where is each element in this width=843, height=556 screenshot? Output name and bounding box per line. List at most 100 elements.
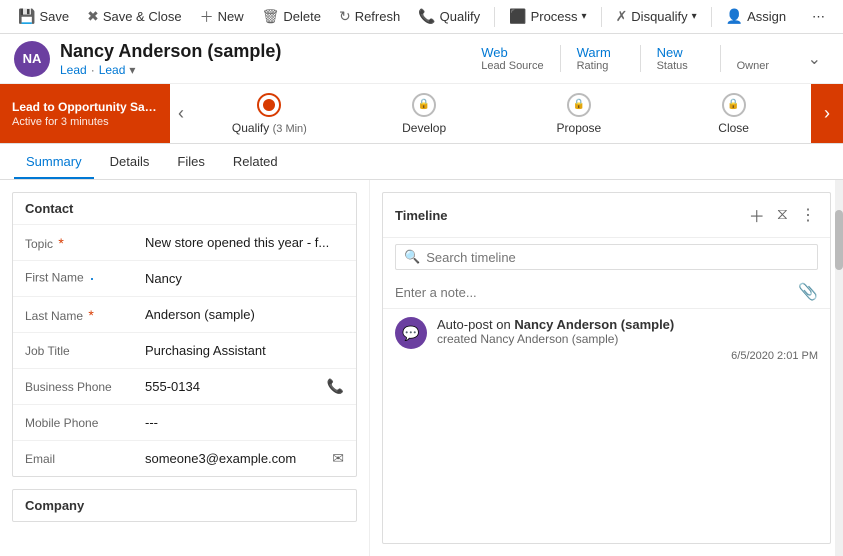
process-button[interactable]: ⬛ Process ▾ [501,4,594,29]
field-businessphone-value[interactable]: 555-0134 [145,379,321,394]
field-mobilephone-label: Mobile Phone [25,416,145,430]
timeline-add-button[interactable]: ＋ [747,201,767,229]
field-topic-label: Topic * [25,235,145,251]
meta-owner-value[interactable] [737,45,741,60]
save-close-icon: ✖ [87,8,99,25]
field-jobtitle-value[interactable]: Purchasing Assistant [145,343,344,358]
field-lastname-label: Last Name * [25,307,145,323]
tab-summary[interactable]: Summary [14,146,94,179]
meta-lead-source-value[interactable]: Web [481,45,508,60]
refresh-button[interactable]: ↻ Refresh [331,4,408,29]
stage-close[interactable]: 🔒 Close [656,93,811,135]
record-subtitle: Lead · Lead ▾ [60,63,281,77]
attach-icon[interactable]: 📎 [798,282,818,302]
qualify-button[interactable]: 📞 Qualify [410,4,488,29]
disqualify-dropdown-icon: ▾ [692,11,697,22]
disqualify-button[interactable]: ✗ Disqualify ▾ [608,4,705,29]
field-topic: Topic * New store opened this year - f..… [13,224,356,260]
meta-lead-source: Web Lead Source [465,45,559,72]
email-icon[interactable]: ✉ [332,450,344,467]
scrollbar-track[interactable] [835,180,843,556]
stage-propose[interactable]: 🔒 Propose [502,93,657,135]
meta-status-value[interactable]: New [657,45,683,60]
delete-label: Delete [283,9,321,24]
field-mobilephone: Mobile Phone --- [13,404,356,440]
save-close-label: Save & Close [103,9,182,24]
field-lastname-value[interactable]: Anderson (sample) [145,307,344,322]
assign-label: Assign [747,9,786,24]
tab-bar: Summary Details Files Related [0,144,843,180]
avatar: NA [14,41,50,77]
tab-files[interactable]: Files [165,146,216,179]
stage-develop-circle: 🔒 [412,93,436,117]
assign-button[interactable]: 👤 Assign [718,4,794,29]
new-button[interactable]: ＋ New [192,3,252,31]
entry-avatar: 💬 [395,317,427,349]
stage-develop[interactable]: 🔒 Develop [347,93,502,135]
meta-status-label: Status [657,60,688,72]
stage-qualify-circle [257,93,281,117]
disqualify-icon: ✗ [616,8,628,25]
field-email-label: Email [25,452,145,466]
save-button[interactable]: 💾 Save [10,4,77,29]
timeline-search-input[interactable] [426,250,809,265]
save-close-button[interactable]: ✖ Save & Close [79,4,190,29]
timeline-search-container: 🔍 [395,244,818,270]
note-input-row: 📎 [383,276,830,309]
stage-close-label: Close [718,121,749,135]
contact-section-header: Contact [13,193,356,224]
qualify-label: Qualify [440,9,480,24]
toolbar: 💾 Save ✖ Save & Close ＋ New 🗑 Delete ↻ R… [0,0,843,34]
meta-rating: Warm Rating [560,45,640,72]
entry-date: 6/5/2020 2:01 PM [437,350,818,362]
scrollbar-thumb[interactable] [835,210,843,270]
field-mobilephone-value[interactable]: --- [145,415,344,430]
meta-owner: Owner [720,45,800,72]
stage-promo-banner[interactable]: Lead to Opportunity Sale... Active for 3… [0,84,170,143]
contact-section: Contact Topic * New store opened this ye… [12,192,357,477]
field-lastname: Last Name * Anderson (sample) [13,296,356,332]
timeline-entries: 💬 Auto-post on Nancy Anderson (sample) c… [383,309,830,543]
phone-icon[interactable]: 📞 [327,378,344,395]
refresh-label: Refresh [355,9,401,24]
entry-title: Auto-post on Nancy Anderson (sample) [437,317,818,332]
promo-title: Lead to Opportunity Sale... [12,100,158,114]
record-header: NA Nancy Anderson (sample) Lead · Lead ▾… [0,34,843,84]
meta-rating-value[interactable]: Warm [577,45,611,60]
tab-details[interactable]: Details [98,146,162,179]
subtype-link[interactable]: Lead [99,63,126,77]
refresh-icon: ↻ [339,8,351,25]
timeline-section: Timeline ＋ ⧖ ⋮ 🔍 📎 💬 [382,192,831,544]
separator-3 [711,7,712,27]
stage-prev-button[interactable]: ‹ [170,99,192,128]
entry-content: Auto-post on Nancy Anderson (sample) cre… [437,317,818,362]
entry-bold: Nancy Anderson (sample) [514,317,674,332]
meta-lead-source-label: Lead Source [481,60,543,72]
entry-sub: created Nancy Anderson (sample) [437,332,818,346]
delete-button[interactable]: 🗑 Delete [254,4,329,29]
more-button[interactable]: ⋯ [804,5,833,29]
qualify-icon: 📞 [418,8,435,25]
field-businessphone-label: Business Phone [25,380,145,394]
type-link[interactable]: Lead [60,63,87,77]
assign-icon: 👤 [726,8,743,25]
header-meta: Web Lead Source Warm Rating New Status O… [465,45,829,73]
process-label: Process [531,9,578,24]
field-firstname-value[interactable]: Nancy [145,271,344,286]
stage-qualify[interactable]: Qualify (3 Min) [192,93,347,135]
delete-icon: 🗑 [262,8,280,25]
header-expand-chevron[interactable]: ⌄ [800,45,829,73]
tab-related[interactable]: Related [221,146,290,179]
new-label: New [218,9,244,24]
field-email-value[interactable]: someone3@example.com [145,451,326,466]
field-firstname: First Name · Nancy [13,260,356,296]
note-input[interactable] [395,285,792,300]
left-panel: Contact Topic * New store opened this ye… [0,180,370,556]
stage-next-button[interactable]: › [811,84,843,143]
company-section: Company [12,489,357,522]
chevron-icon[interactable]: ▾ [129,63,135,77]
timeline-more-button[interactable]: ⋮ [798,203,818,227]
timeline-filter-button[interactable]: ⧖ [775,204,790,226]
field-topic-value[interactable]: New store opened this year - f... [145,235,344,250]
save-label: Save [39,9,69,24]
